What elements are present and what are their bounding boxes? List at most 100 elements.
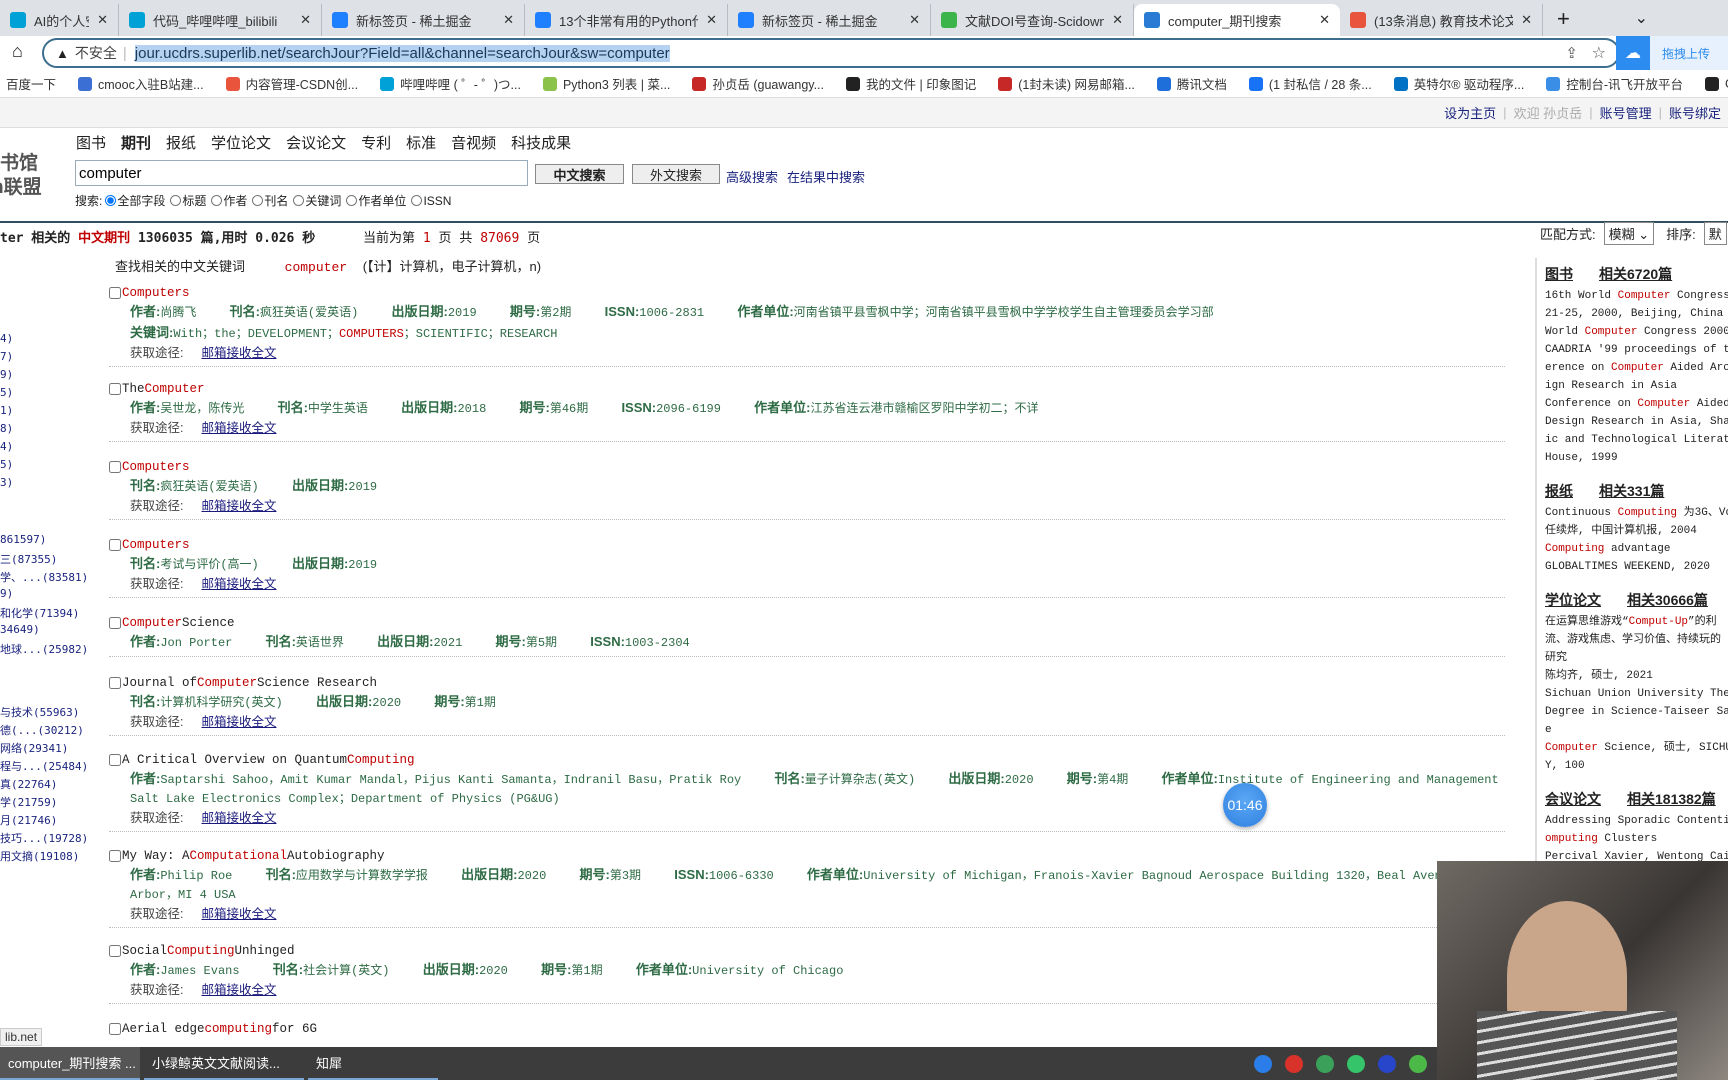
related-entry[interactable]: 任续烨, 中国计算机报, 2004	[1545, 522, 1728, 540]
result-checkbox[interactable]	[109, 754, 121, 766]
facet-item[interactable]: 5)	[0, 386, 13, 399]
result-title[interactable]: The Computer	[109, 380, 1505, 398]
related-entry[interactable]: Design Research in Asia, Shangh	[1545, 413, 1728, 431]
email-fulltext-link[interactable]: 邮箱接收全文	[201, 421, 276, 435]
close-icon[interactable]: ✕	[503, 12, 514, 28]
facet-item[interactable]: 学(21759)	[0, 794, 57, 810]
scope-radio[interactable]	[411, 195, 423, 206]
facet-item[interactable]: 7)	[0, 350, 13, 363]
related-entry[interactable]: Computing advantage	[1545, 540, 1728, 558]
scope-option[interactable]: 标题	[169, 192, 206, 209]
recording-timer[interactable]: 01:46	[1223, 783, 1267, 827]
search-within-link[interactable]: 在结果中搜索	[787, 167, 865, 186]
facet-item[interactable]: 程与...(25484)	[0, 758, 88, 774]
email-fulltext-link[interactable]: 邮箱接收全文	[201, 907, 276, 921]
facet-item[interactable]: 德(...(30212)	[0, 722, 84, 738]
facet-item[interactable]: 4)	[0, 440, 13, 453]
cloud-upload-button[interactable]: ☁ 拖拽上传	[1616, 36, 1728, 70]
bookmark-item[interactable]: 孙贞岳 (guawangy...	[692, 74, 824, 93]
result-title[interactable]: Aerial edge computing for 6G	[109, 1020, 1505, 1038]
result-checkbox[interactable]	[109, 677, 121, 689]
result-checkbox[interactable]	[109, 945, 121, 957]
bookmark-item[interactable]: (1封未读) 网易邮箱...	[998, 74, 1135, 93]
facet-item[interactable]: 真(22764)	[0, 776, 57, 792]
result-title[interactable]: A Critical Overview on Quantum Computing	[109, 751, 1505, 769]
tab-6[interactable]: computer_期刊搜索 ✕	[1134, 4, 1340, 36]
tab-4[interactable]: 新标签页 - 稀土掘金 ✕	[728, 4, 931, 36]
zhixi-icon[interactable]	[1347, 1054, 1365, 1073]
scope-radio[interactable]	[211, 195, 223, 206]
facet-item[interactable]: 4)	[0, 332, 13, 345]
facet-item[interactable]: 与技术(55963)	[0, 704, 79, 720]
scope-option[interactable]: 刊名	[251, 192, 288, 209]
facet-item[interactable]: 5)	[0, 458, 13, 471]
email-fulltext-link[interactable]: 邮箱接收全文	[201, 577, 276, 591]
sort-select[interactable]: 默	[1703, 222, 1727, 245]
scope-radio[interactable]	[252, 195, 264, 206]
related-entry[interactable]: Sichuan Union University Thesis	[1545, 685, 1728, 703]
tab-3[interactable]: 13个非常有用的Python代 ✕	[525, 4, 728, 36]
related-entry[interactable]: Y, 100	[1545, 757, 1728, 775]
taskbar-item[interactable]: 小绿鲸英文文献阅读...	[144, 1047, 304, 1080]
close-icon[interactable]: ✕	[1112, 12, 1123, 28]
email-fulltext-link[interactable]: 邮箱接收全文	[201, 346, 276, 360]
tab-7[interactable]: (13条消息) 教育技术论文 ✕	[1340, 4, 1543, 36]
result-title[interactable]: Computers	[109, 284, 1505, 302]
tab-0[interactable]: AI的个人空间_哔哩 ✕	[0, 4, 119, 36]
related-heading[interactable]: 报纸 相关331篇	[1545, 481, 1728, 501]
related-entry[interactable]: GLOBALTIMES WEEKEND, 2020	[1545, 558, 1728, 576]
nav-7[interactable]: 音视频	[451, 132, 496, 153]
advanced-search-link[interactable]: 高级搜索	[726, 167, 778, 186]
nav-8[interactable]: 科技成果	[511, 132, 571, 153]
result-title[interactable]: My Way: A Computational Autobiography	[109, 847, 1505, 865]
bookmark-item[interactable]: 哔哩哔哩 ( ゜- ゜)つ...	[380, 74, 521, 93]
related-entry[interactable]: Computer Science, 硕士, SICHUAN	[1545, 739, 1728, 757]
close-icon[interactable]: ✕	[300, 12, 311, 28]
chinese-search-button[interactable]: 中文搜索	[535, 164, 624, 184]
result-checkbox[interactable]	[109, 850, 121, 862]
facet-item[interactable]: 和化学(71394)	[0, 605, 79, 621]
url-text[interactable]: jour.ucdrs.superlib.net/searchJour?Field…	[134, 44, 670, 62]
result-title[interactable]: Computers	[109, 536, 1505, 554]
result-title[interactable]: Journal of Computer Science Research	[109, 674, 1505, 692]
related-entry[interactable]: ign Research in Asia	[1545, 377, 1728, 395]
foreign-search-button[interactable]: 外文搜索	[632, 164, 720, 184]
related-entry[interactable]: CAADRIA '99 proceedings of the	[1545, 341, 1728, 359]
taskbar-item[interactable]: 知犀	[308, 1047, 438, 1080]
email-fulltext-link[interactable]: 邮箱接收全文	[201, 983, 276, 997]
wps-icon[interactable]	[1285, 1054, 1303, 1073]
related-entry[interactable]: World Computer Congress 2000 Be	[1545, 323, 1728, 341]
bookmark-item[interactable]: (1 封私信 / 28 条...	[1248, 74, 1372, 93]
result-checkbox[interactable]	[109, 461, 121, 473]
bookmark-item[interactable]: GitHub	[1705, 76, 1728, 91]
result-checkbox[interactable]	[109, 383, 121, 395]
share-icon[interactable]: ⇪	[1565, 44, 1578, 62]
result-title[interactable]: Computers	[109, 458, 1505, 476]
related-entry[interactable]: ic and Technological Literature	[1545, 431, 1728, 449]
related-entry[interactable]: 流、游戏焦虑、学习价值、持续玩的	[1545, 631, 1728, 649]
scope-radio[interactable]	[170, 195, 182, 206]
scope-radio[interactable]	[105, 195, 117, 206]
bookmark-item[interactable]: 百度一下	[6, 74, 56, 93]
nav-4[interactable]: 会议论文	[286, 132, 346, 153]
email-fulltext-link[interactable]: 邮箱接收全文	[201, 499, 276, 513]
keyword-word[interactable]: computer	[285, 260, 347, 275]
wechat-icon[interactable]	[1409, 1054, 1427, 1073]
scope-option[interactable]: 作者	[210, 192, 247, 209]
scope-radio[interactable]	[346, 195, 358, 206]
related-entry[interactable]: 研究	[1545, 649, 1728, 667]
bookmark-item[interactable]: 内容管理-CSDN创...	[225, 74, 358, 93]
related-entry[interactable]: omputing Clusters	[1545, 830, 1728, 848]
facet-item[interactable]: 9)	[0, 368, 13, 381]
result-checkbox[interactable]	[109, 1023, 121, 1035]
bookmark-item[interactable]: 我的文件 | 印象图记	[846, 74, 976, 93]
facet-item[interactable]: 用文摘(19108)	[0, 848, 79, 864]
browser-icon[interactable]	[1254, 1054, 1272, 1073]
bookmark-item[interactable]: 英特尔® 驱动程序...	[1393, 74, 1524, 93]
bookmark-item[interactable]: Python3 列表 | 菜...	[542, 74, 670, 93]
facet-item[interactable]: 3)	[0, 476, 13, 489]
shield-icon[interactable]	[1378, 1054, 1396, 1073]
related-heading[interactable]: 会议论文 相关181382篇	[1545, 789, 1728, 809]
whale-icon[interactable]	[1316, 1054, 1334, 1073]
nav-6[interactable]: 标准	[406, 132, 436, 153]
